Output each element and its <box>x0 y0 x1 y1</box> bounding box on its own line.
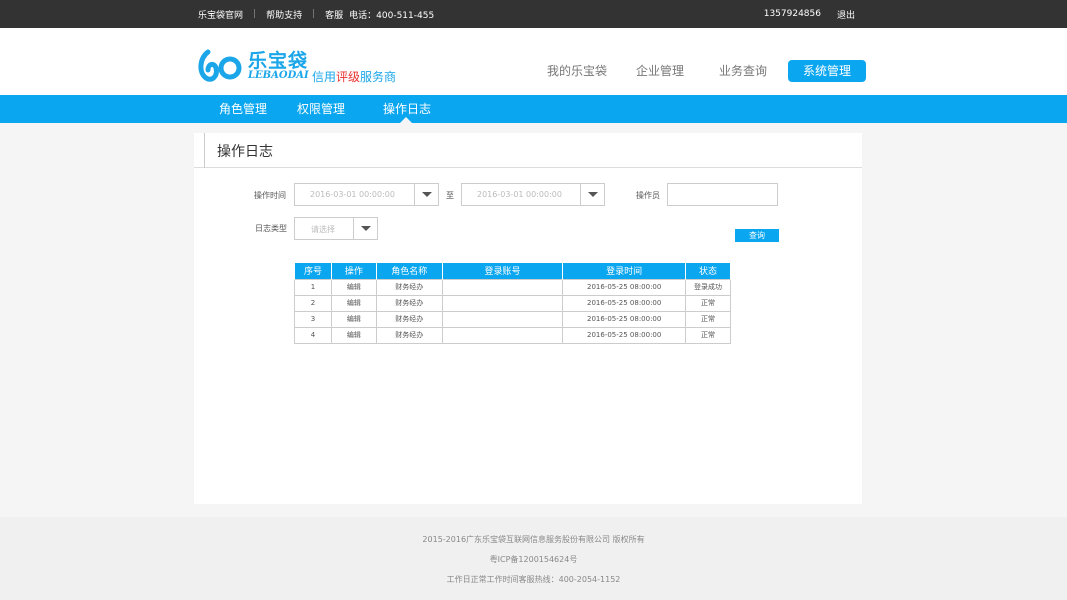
cell-edit-link[interactable]: 编辑 <box>330 294 377 312</box>
tab-permission-management[interactable]: 权限管理 <box>297 95 345 123</box>
top-links: 乐宝袋官网 | 帮助支持 | 客服 电话：400-511-455 <box>198 0 434 28</box>
nav-enterprise[interactable]: 企业管理 <box>632 60 688 82</box>
cell-account <box>441 278 564 296</box>
logo-english-text: LEBAODAI <box>248 70 309 81</box>
nav-my-lebaodai[interactable]: 我的乐宝袋 <box>545 60 609 82</box>
cell-index: 3 <box>294 310 332 328</box>
cell-status: 正常 <box>685 294 731 312</box>
tab-role-management[interactable]: 角色管理 <box>219 95 267 123</box>
footer-copyright: 2015-2016广东乐宝袋互联网信息服务股份有限公司 版权所有 <box>422 535 645 544</box>
cell-status: 登录成功 <box>685 278 731 296</box>
cell-account <box>441 294 564 312</box>
slogan-highlight: 评级 <box>336 70 361 84</box>
logo-brand-text: 乐宝袋 <box>248 50 309 72</box>
col-status: 状态 <box>685 263 731 279</box>
op-time-label: 操作时间 <box>254 191 286 200</box>
operator-label: 操作员 <box>636 191 660 200</box>
logout-link[interactable]: 退出 <box>837 8 855 21</box>
table-row: 2 编辑 财务经办 2016-05-25 08:00:00 正常 <box>294 294 731 312</box>
top-bar: 乐宝袋官网 | 帮助支持 | 客服 电话：400-511-455 1357924… <box>0 0 1067 28</box>
cell-role: 财务经办 <box>375 294 443 312</box>
log-type-label: 日志类型 <box>255 224 287 233</box>
cell-index: 2 <box>294 294 332 312</box>
chevron-down-icon <box>361 226 371 231</box>
col-login-time: 登录时间 <box>562 263 687 279</box>
table-row: 1 编辑 财务经办 2016-05-25 08:00:00 登录成功 <box>294 278 731 296</box>
divider: | <box>253 9 257 19</box>
cell-role: 财务经办 <box>375 310 443 328</box>
service-link[interactable]: 客服 <box>325 8 343 21</box>
cell-edit-link[interactable]: 编辑 <box>330 326 377 344</box>
cell-time: 2016-05-25 08:00:00 <box>562 278 687 296</box>
slogan-part: 服务商 <box>360 70 397 84</box>
cell-status: 正常 <box>685 326 731 344</box>
user-account[interactable]: 1357924856 <box>764 9 821 19</box>
log-type-placeholder: 请选择 <box>311 225 335 234</box>
date-from-value: 2016-03-01 00:00:00 <box>310 190 395 199</box>
col-role-name: 角色名称 <box>375 263 443 279</box>
col-action: 操作 <box>330 263 377 279</box>
cell-account <box>441 326 564 344</box>
table-header-row: 序号 操作 角色名称 登录账号 登录时间 状态 <box>294 263 731 279</box>
page-title: 操作日志 <box>217 144 273 160</box>
table-row: 4 编辑 财务经办 2016-05-25 08:00:00 正常 <box>294 326 731 344</box>
cell-account <box>441 310 564 328</box>
divider: | <box>312 9 316 19</box>
nav-business-query[interactable]: 业务查询 <box>715 60 771 82</box>
panel-header: 操作日志 <box>194 133 862 168</box>
footer: 2015-2016广东乐宝袋互联网信息服务股份有限公司 版权所有 粤ICP备12… <box>0 517 1067 600</box>
table-row: 3 编辑 财务经办 2016-05-25 08:00:00 正常 <box>294 310 731 328</box>
operator-input[interactable] <box>667 183 778 206</box>
sub-nav: 角色管理 权限管理 操作日志 <box>0 95 1067 123</box>
date-from-select[interactable]: 2016-03-01 00:00:00 <box>294 183 439 206</box>
date-from-dropdown[interactable] <box>414 184 438 205</box>
user-area: 1357924856 退出 <box>748 0 855 28</box>
header: 乐宝袋 LEBAODAI 信用评级服务商 我的乐宝袋 企业管理 业务查询 系统管… <box>0 28 1067 95</box>
col-login-account: 登录账号 <box>441 263 564 279</box>
official-site-link[interactable]: 乐宝袋官网 <box>198 8 243 21</box>
cell-role: 财务经办 <box>375 326 443 344</box>
phone-text: 电话：400-511-455 <box>349 10 435 21</box>
footer-icp: 粤ICP备1200154624号 <box>489 555 578 564</box>
cell-index: 1 <box>294 278 332 296</box>
title-bar-accent <box>204 133 205 168</box>
help-link[interactable]: 帮助支持 <box>266 8 302 21</box>
footer-hotline: 工作日正常工作时间客服热线：400-2054-1152 <box>446 575 621 584</box>
chevron-down-icon <box>588 192 598 197</box>
slogan-part: 信用 <box>312 70 337 84</box>
date-to-select[interactable]: 2016-03-01 00:00:00 <box>461 183 605 206</box>
log-type-select[interactable]: 请选择 <box>294 217 378 240</box>
active-tab-caret <box>400 117 412 123</box>
logo-mark-icon <box>198 49 242 82</box>
cell-time: 2016-05-25 08:00:00 <box>562 310 687 328</box>
date-to-dropdown[interactable] <box>580 184 604 205</box>
cell-index: 4 <box>294 326 332 344</box>
cell-edit-link[interactable]: 编辑 <box>330 278 377 296</box>
date-to-value: 2016-03-01 00:00:00 <box>477 190 562 199</box>
cell-time: 2016-05-25 08:00:00 <box>562 294 687 312</box>
nav-system-management[interactable]: 系统管理 <box>788 60 866 82</box>
cell-edit-link[interactable]: 编辑 <box>330 310 377 328</box>
chevron-down-icon <box>422 192 432 197</box>
cell-role: 财务经办 <box>375 278 443 296</box>
col-index: 序号 <box>294 263 332 279</box>
to-label: 至 <box>446 191 454 200</box>
cell-time: 2016-05-25 08:00:00 <box>562 326 687 344</box>
logo-slogan: 信用评级服务商 <box>312 68 396 85</box>
cell-status: 正常 <box>685 310 731 328</box>
log-table: 序号 操作 角色名称 登录账号 登录时间 状态 1 编辑 财务经办 2016-0… <box>294 263 731 344</box>
query-button[interactable]: 查询 <box>735 229 779 242</box>
log-type-dropdown[interactable] <box>353 218 377 239</box>
logo[interactable]: 乐宝袋 LEBAODAI 信用评级服务商 <box>198 46 398 86</box>
